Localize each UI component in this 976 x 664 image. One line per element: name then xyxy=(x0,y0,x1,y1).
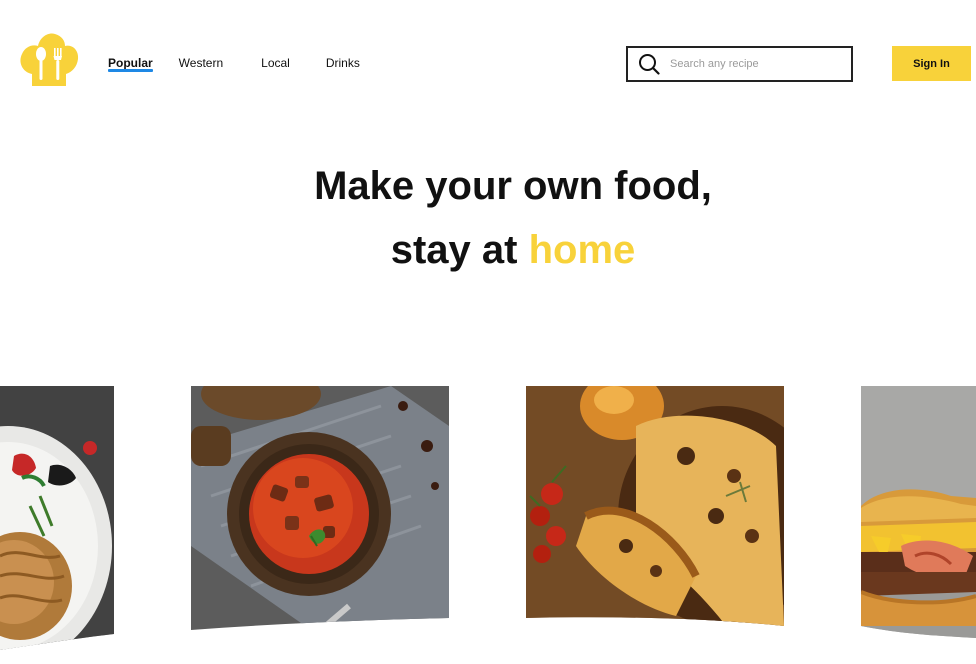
soup-dish-image xyxy=(191,386,449,630)
hero-title-prefix: stay at xyxy=(390,228,529,272)
nav-popular[interactable]: Popular xyxy=(108,56,153,72)
hero-title-line-2: stay at home xyxy=(0,228,976,273)
nav-local[interactable]: Local xyxy=(261,56,290,70)
chef-hat-logo-icon xyxy=(20,33,79,86)
noodle-dish-image xyxy=(0,386,114,650)
burger-dish-image xyxy=(861,386,976,638)
sign-in-button[interactable]: Sign In xyxy=(892,46,971,81)
main-nav: Popular Western Local Drinks xyxy=(108,56,360,72)
search-icon[interactable] xyxy=(638,53,660,75)
pizza-dish-image xyxy=(526,386,784,626)
hero-title-line-1: Make your own food, xyxy=(314,164,712,208)
food-card-soup[interactable] xyxy=(191,386,449,630)
food-card-pizza[interactable] xyxy=(526,386,784,626)
search-bar xyxy=(626,46,853,82)
nav-western[interactable]: Western xyxy=(179,56,223,70)
food-card-noodles[interactable] xyxy=(0,386,114,650)
nav-drinks[interactable]: Drinks xyxy=(326,56,360,70)
search-input[interactable] xyxy=(670,58,830,70)
food-card-burger[interactable] xyxy=(861,386,976,638)
logo[interactable] xyxy=(18,32,80,92)
hero-title-accent: home xyxy=(528,228,636,272)
